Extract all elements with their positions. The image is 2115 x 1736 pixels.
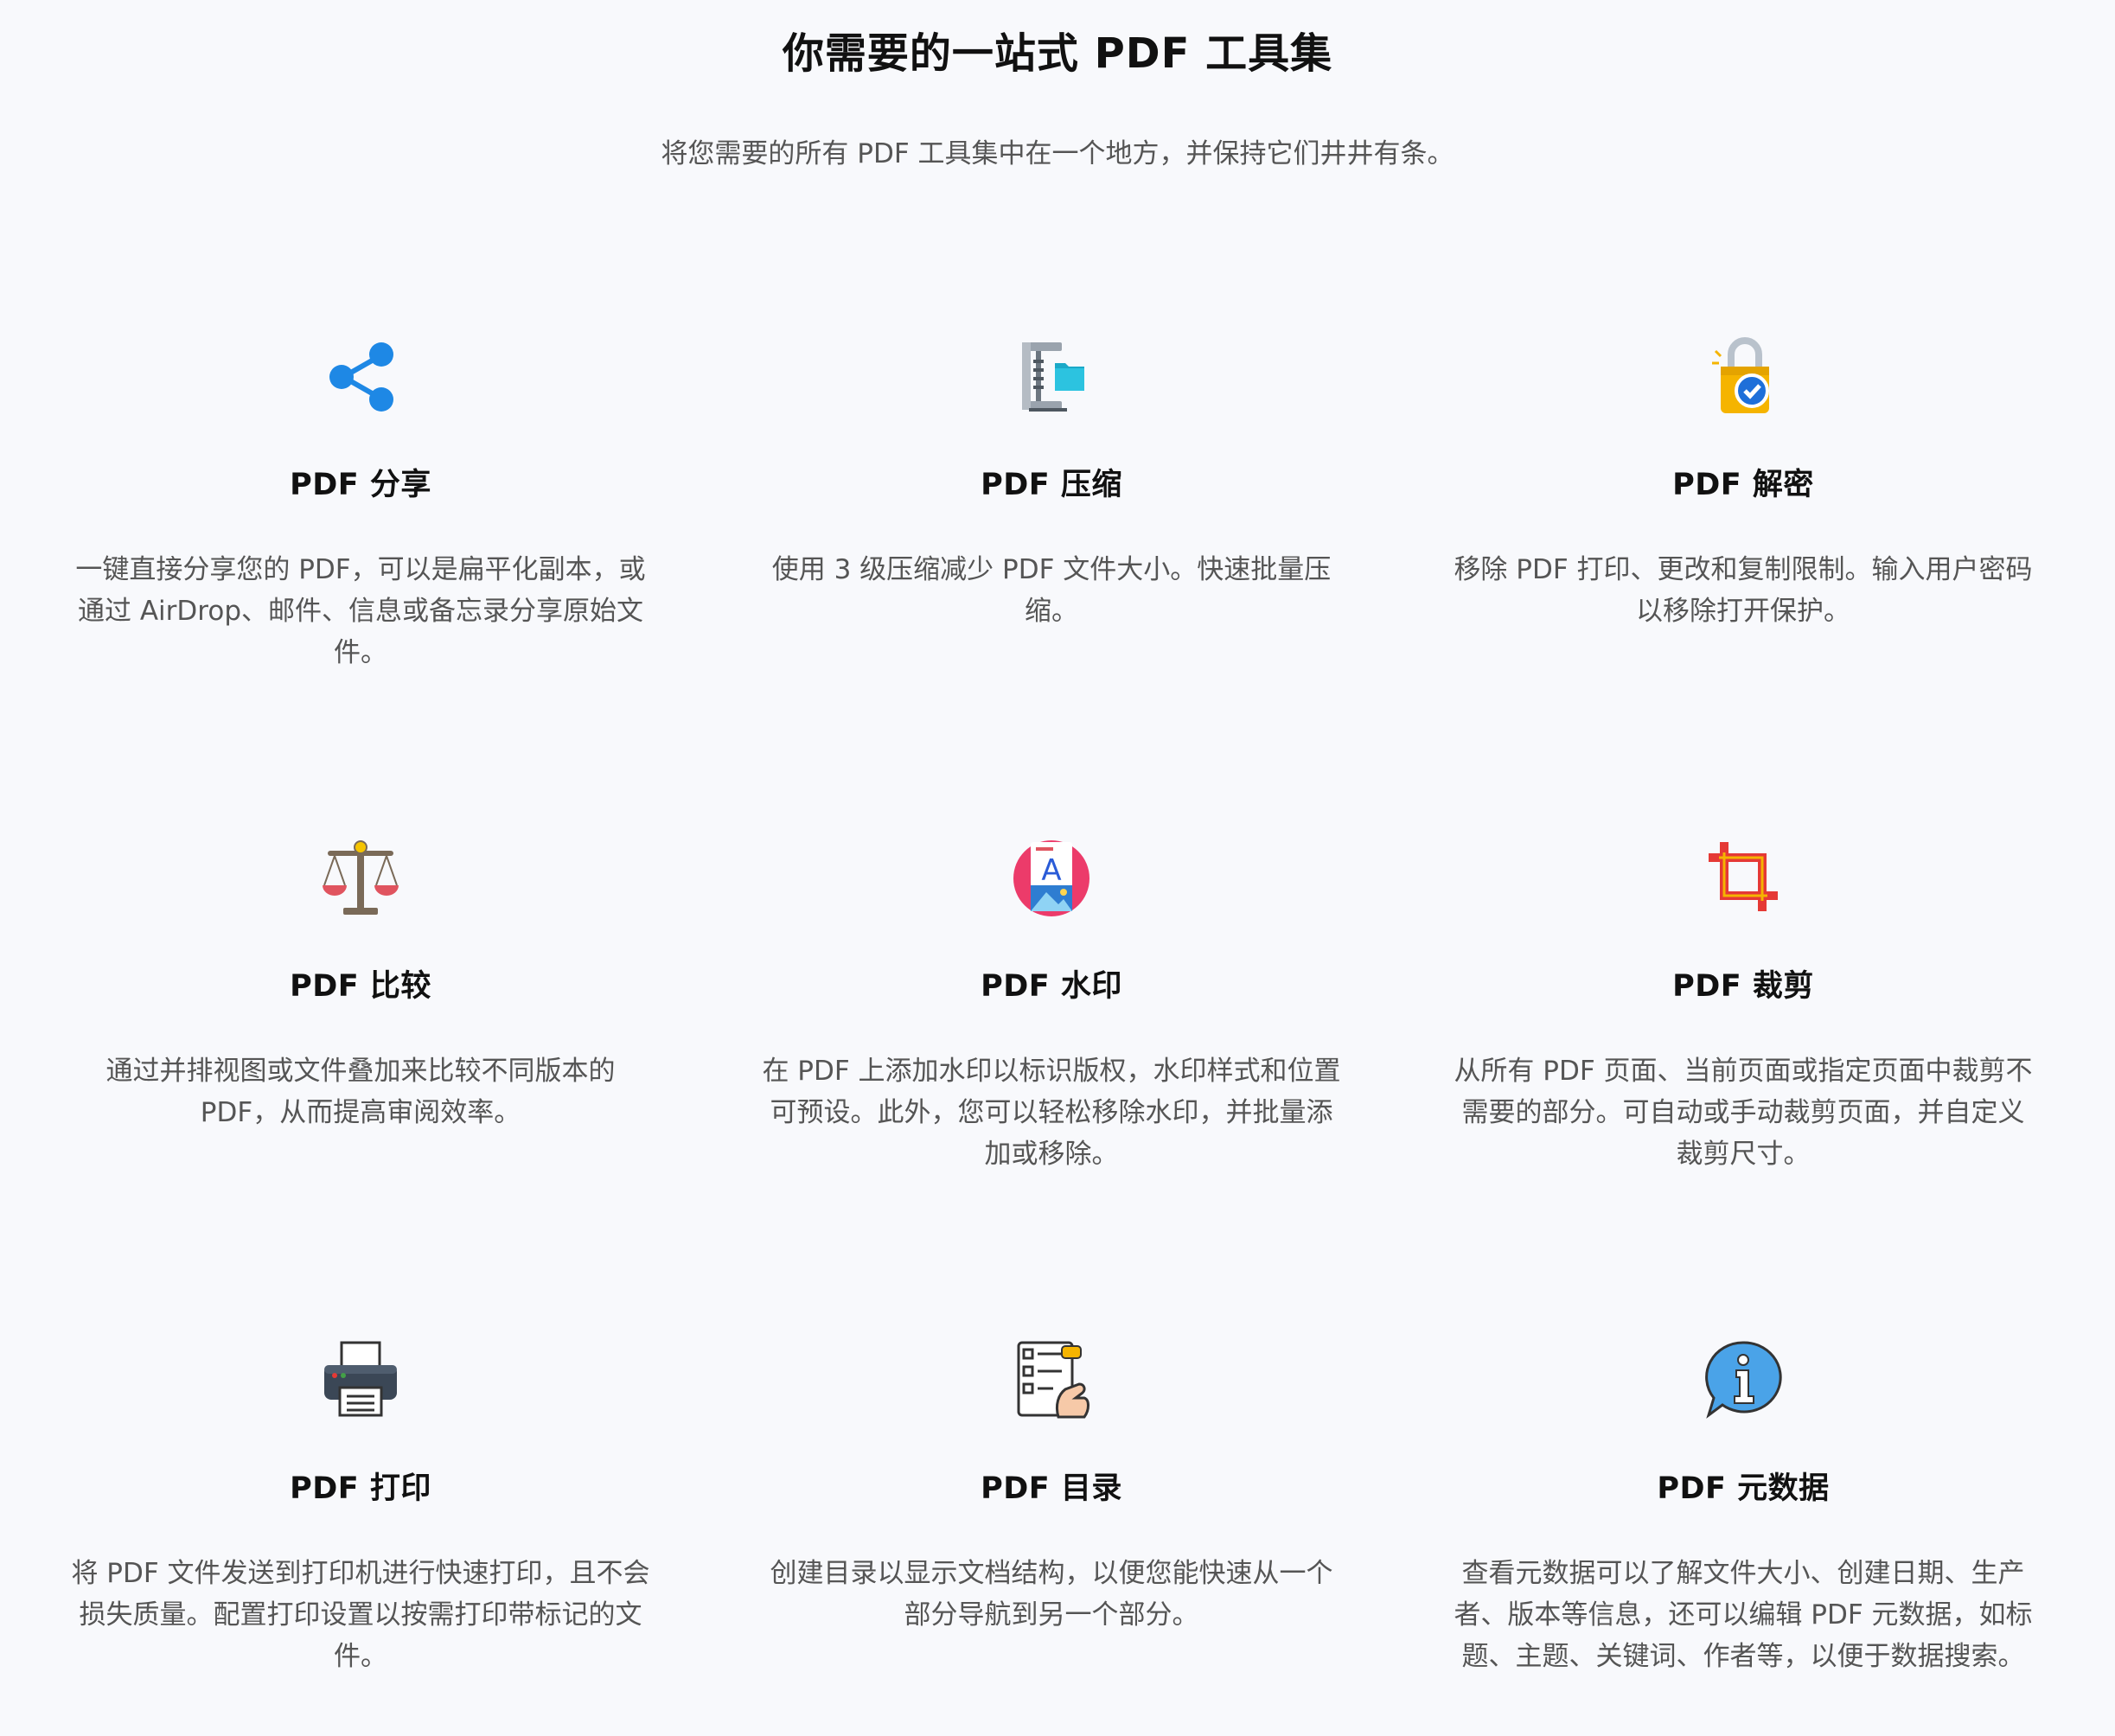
feature-description: 在 PDF 上添加水印以标识版权，水印样式和位置可预设。此外，您可以轻松移除水印… [762, 1056, 1341, 1170]
feature-title: PDF 比较 [290, 969, 431, 1004]
feature-card-compress: PDF 压缩 使用 3 级压缩减少 PDF 文件大小。快速批量压缩。 [749, 334, 1354, 632]
page-subtitle: 将您需要的所有 PDF 工具集中在一个地方，并保持它们井井有条。 [661, 138, 1454, 169]
feature-description: 将 PDF 文件发送到打印机进行快速打印，且不会损失质量。配置打印设置以按需打印… [71, 1558, 650, 1672]
feature-description: 查看元数据可以了解文件大小、创建日期、生产者、版本等信息，还可以编辑 PDF 元… [1454, 1558, 2033, 1672]
feature-card-crop: PDF 裁剪 从所有 PDF 页面、当前页面或指定页面中裁剪不需要的部分。可自动… [1441, 835, 2046, 1175]
feature-title: PDF 水印 [981, 969, 1122, 1004]
feature-description: 创建目录以显示文档结构，以便您能快速从一个部分导航到另一个部分。 [770, 1558, 1333, 1631]
table-of-contents-icon [1010, 1337, 1093, 1420]
watermark-document-icon: A [1010, 835, 1093, 918]
crop-icon [1702, 835, 1785, 918]
feature-title: PDF 打印 [290, 1471, 431, 1506]
feature-card-watermark: A PDF 水印 在 PDF 上添加水印以标识版权，水印样式和位置可预设。此外，… [749, 835, 1354, 1175]
page-title: 你需要的一站式 PDF 工具集 [782, 29, 1333, 78]
feature-card-toc: PDF 目录 创建目录以显示文档结构，以便您能快速从一个部分导航到另一个部分。 [749, 1337, 1354, 1636]
feature-card-decrypt: PDF 解密 移除 PDF 打印、更改和复制限制。输入用户密码以移除打开保护。 [1441, 334, 2046, 632]
feature-card-share: PDF 分享 一键直接分享您的 PDF，可以是扁平化副本，或通过 AirDrop… [58, 334, 663, 673]
feature-description: 通过并排视图或文件叠加来比较不同版本的 PDF，从而提高审阅效率。 [105, 1056, 616, 1128]
info-bubble-icon [1702, 1337, 1785, 1420]
feature-description: 从所有 PDF 页面、当前页面或指定页面中裁剪不需要的部分。可自动或手动裁剪页面… [1454, 1056, 2033, 1170]
printer-icon [319, 1337, 402, 1420]
feature-title: PDF 压缩 [981, 468, 1122, 502]
feature-title: PDF 目录 [981, 1471, 1122, 1506]
svg-text:A: A [1041, 853, 1061, 888]
compress-clamp-icon [1010, 334, 1093, 417]
feature-title: PDF 元数据 [1657, 1471, 1830, 1506]
balance-scale-icon [319, 835, 402, 918]
feature-description: 一键直接分享您的 PDF，可以是扁平化副本，或通过 AirDrop、邮件、信息或… [75, 554, 646, 668]
feature-card-compare: PDF 比较 通过并排视图或文件叠加来比较不同版本的 PDF，从而提高审阅效率。 [58, 835, 663, 1133]
unlock-padlock-icon [1702, 334, 1785, 417]
feature-title: PDF 分享 [290, 468, 431, 502]
feature-card-print: PDF 打印 将 PDF 文件发送到打印机进行快速打印，且不会损失质量。配置打印… [58, 1337, 663, 1677]
share-icon [319, 334, 402, 417]
feature-card-metadata: PDF 元数据 查看元数据可以了解文件大小、创建日期、生产者、版本等信息，还可以… [1441, 1337, 2046, 1677]
feature-description: 使用 3 级压缩减少 PDF 文件大小。快速批量压缩。 [771, 554, 1332, 627]
feature-title: PDF 解密 [1672, 468, 1814, 502]
feature-description: 移除 PDF 打印、更改和复制限制。输入用户密码以移除打开保护。 [1454, 554, 2033, 627]
feature-title: PDF 裁剪 [1672, 969, 1814, 1004]
